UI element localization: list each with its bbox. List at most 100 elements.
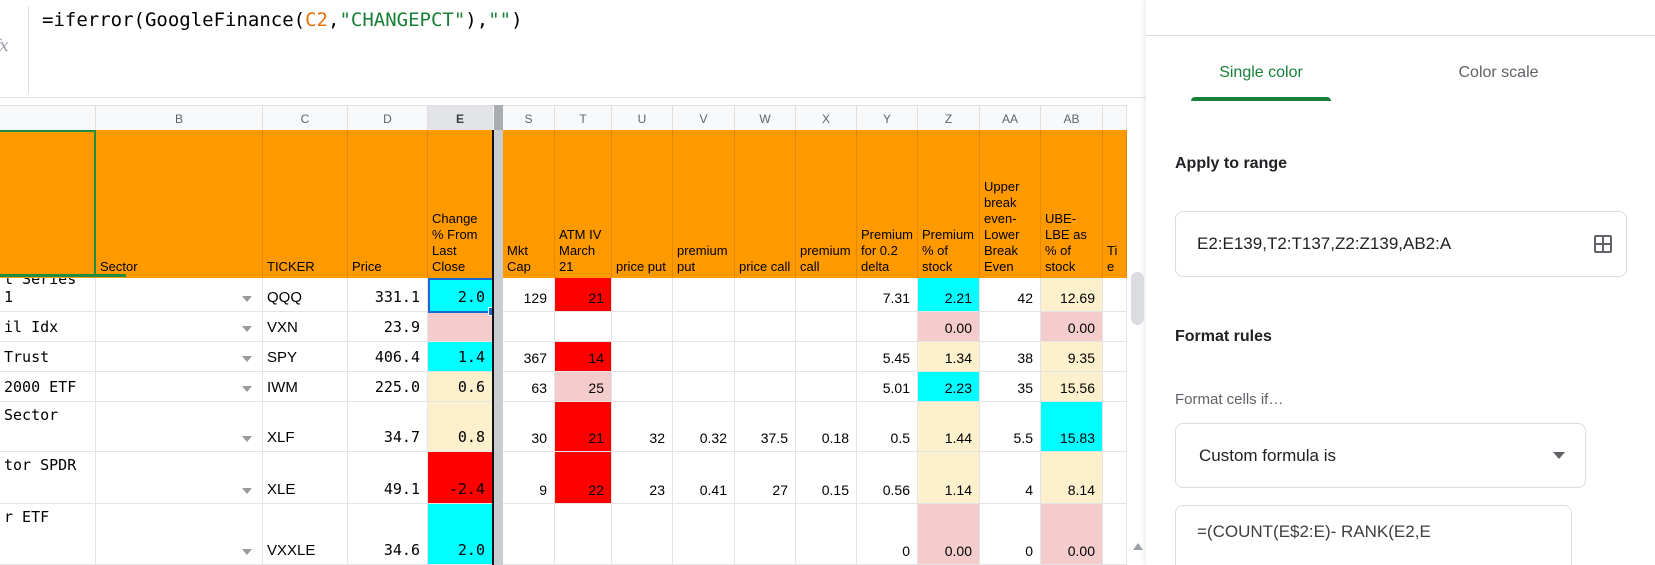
header-cell-v[interactable]: premium put: [673, 130, 735, 278]
cell-v[interactable]: 0.41: [673, 452, 735, 504]
cell-y[interactable]: 5.01: [857, 372, 918, 402]
cell-t[interactable]: [555, 312, 612, 342]
header-cell-y[interactable]: Premium for 0.2 delta: [857, 130, 918, 278]
spreadsheet-grid[interactable]: Sector TICKER Price Change % From Last Clos…: [0, 130, 1127, 565]
column-header-a[interactable]: [0, 106, 96, 131]
column-header-AA[interactable]: AA: [980, 106, 1041, 131]
cell-price[interactable]: 49.1: [348, 452, 428, 504]
cell-company-name[interactable]: t Series 1: [0, 278, 96, 312]
column-header-E[interactable]: E: [428, 106, 493, 131]
cell-aa[interactable]: 5.5: [980, 402, 1041, 452]
cell-v[interactable]: [673, 312, 735, 342]
cell-y[interactable]: 7.31: [857, 278, 918, 312]
cell-sector-dropdown[interactable]: [96, 278, 263, 312]
dropdown-arrow-icon[interactable]: [242, 386, 252, 392]
cell-u[interactable]: 23: [612, 452, 673, 504]
cell-y[interactable]: 5.45: [857, 342, 918, 372]
cell-ab[interactable]: 0.00: [1041, 312, 1103, 342]
vertical-scrollbar-thumb[interactable]: [1131, 272, 1144, 325]
cell-z[interactable]: 0.00: [918, 504, 980, 565]
cell-u[interactable]: [612, 504, 673, 565]
cell-ticker[interactable]: VXXLE: [263, 504, 348, 565]
cell-change-pct[interactable]: -2.4: [428, 452, 493, 504]
cell-u[interactable]: [612, 312, 673, 342]
header-cell-x[interactable]: premium call: [796, 130, 857, 278]
cell-price[interactable]: 406.4: [348, 342, 428, 372]
cell-change-pct[interactable]: 1.4: [428, 342, 493, 372]
cell-v[interactable]: [673, 372, 735, 402]
cell-sector-dropdown[interactable]: [96, 402, 263, 452]
cell-price[interactable]: 23.9: [348, 312, 428, 342]
cell-t[interactable]: 21: [555, 278, 612, 312]
cell-sector-dropdown[interactable]: [96, 312, 263, 342]
cell-change-pct[interactable]: 0.8: [428, 402, 493, 452]
column-header-U[interactable]: U: [612, 106, 673, 131]
cell-tie[interactable]: [1103, 312, 1127, 342]
apply-range-value[interactable]: E2:E139,T2:T137,Z2:Z139,AB2:A: [1197, 234, 1584, 254]
apply-range-input[interactable]: E2:E139,T2:T137,Z2:Z139,AB2:A: [1175, 211, 1627, 277]
cell-tie[interactable]: [1103, 504, 1127, 565]
cell-sector-dropdown[interactable]: [96, 342, 263, 372]
frozen-pane-divider[interactable]: [494, 105, 503, 565]
cell-z[interactable]: 0.00: [918, 312, 980, 342]
cell-company-name[interactable]: il Idx: [0, 312, 96, 342]
cell-w[interactable]: [735, 504, 796, 565]
cell-t[interactable]: 25: [555, 372, 612, 402]
cell-tie[interactable]: [1103, 372, 1127, 402]
cell-ticker[interactable]: VXN: [263, 312, 348, 342]
cell-w[interactable]: [735, 342, 796, 372]
cell-u[interactable]: [612, 372, 673, 402]
cell-ticker[interactable]: XLE: [263, 452, 348, 504]
header-cell-aa[interactable]: Upper break even- Lower Break Even: [980, 130, 1041, 278]
cell-price[interactable]: 34.7: [348, 402, 428, 452]
cell-company-name[interactable]: tor SPDR: [0, 452, 96, 504]
cell-x[interactable]: [796, 278, 857, 312]
cell-change-pct[interactable]: [428, 312, 493, 342]
column-header-X[interactable]: X: [796, 106, 857, 131]
cell-s[interactable]: 367: [503, 342, 555, 372]
header-cell-tie[interactable]: Tie: [1103, 130, 1127, 278]
dropdown-arrow-icon[interactable]: [242, 488, 252, 494]
cell-aa[interactable]: 35: [980, 372, 1041, 402]
cell-company-name[interactable]: r ETF: [0, 504, 96, 565]
tab-single-color[interactable]: Single color: [1191, 48, 1331, 98]
cell-y[interactable]: 0: [857, 504, 918, 565]
header-cell-b[interactable]: Sector: [96, 130, 263, 278]
cell-ticker[interactable]: XLF: [263, 402, 348, 452]
header-cell-w[interactable]: price call: [735, 130, 796, 278]
cell-s[interactable]: 9: [503, 452, 555, 504]
cell-u[interactable]: [612, 342, 673, 372]
formula-bar[interactable]: fx =iferror(GoogleFinance(C2,"CHANGEPCT"…: [0, 0, 1146, 98]
header-cell-u[interactable]: price put: [612, 130, 673, 278]
cell-v[interactable]: [673, 278, 735, 312]
custom-formula-input[interactable]: =(COUNT(E$2:E)- RANK(E2,E: [1175, 505, 1572, 565]
cell-sector-dropdown[interactable]: [96, 452, 263, 504]
cell-u[interactable]: [612, 278, 673, 312]
column-header-AB[interactable]: AB: [1041, 106, 1103, 131]
cell-ab[interactable]: 12.69: [1041, 278, 1103, 312]
cell-u[interactable]: 32: [612, 402, 673, 452]
column-header-D[interactable]: D: [348, 106, 428, 131]
cell-tie[interactable]: [1103, 402, 1127, 452]
cell-z[interactable]: 1.14: [918, 452, 980, 504]
cell-w[interactable]: [735, 372, 796, 402]
column-header-S[interactable]: S: [503, 106, 555, 131]
cell-aa[interactable]: 42: [980, 278, 1041, 312]
cell-x[interactable]: [796, 312, 857, 342]
scroll-up-arrow-icon[interactable]: [1133, 543, 1143, 550]
cell-ab[interactable]: 15.83: [1041, 402, 1103, 452]
cell-y[interactable]: 0.5: [857, 402, 918, 452]
cell-ticker[interactable]: IWM: [263, 372, 348, 402]
cell-aa[interactable]: [980, 312, 1041, 342]
cell-s[interactable]: 30: [503, 402, 555, 452]
cell-price[interactable]: 34.6: [348, 504, 428, 565]
cell-v[interactable]: [673, 504, 735, 565]
header-cell-a[interactable]: [0, 130, 96, 278]
cell-s[interactable]: 129: [503, 278, 555, 312]
cell-s[interactable]: 63: [503, 372, 555, 402]
cell-x[interactable]: 0.18: [796, 402, 857, 452]
cell-s[interactable]: [503, 504, 555, 565]
tab-color-scale[interactable]: Color scale: [1436, 48, 1561, 98]
cell-company-name[interactable]: Trust: [0, 342, 96, 372]
cell-x[interactable]: [796, 372, 857, 402]
